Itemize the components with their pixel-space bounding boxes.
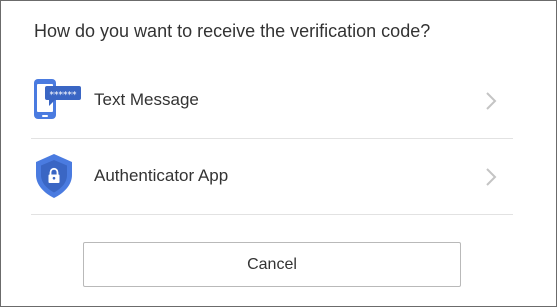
chevron-right-icon <box>485 91 497 111</box>
option-text-message[interactable]: ****** Text Message <box>31 63 513 139</box>
shield-lock-icon <box>33 153 83 199</box>
chevron-right-icon <box>485 167 497 187</box>
verification-method-dialog: How do you want to receive the verificat… <box>0 0 557 307</box>
dialog-heading: How do you want to receive the verificat… <box>34 21 431 41</box>
option-authenticator-app[interactable]: Authenticator App <box>31 139 513 215</box>
option-label: Authenticator App <box>94 166 229 185</box>
option-label: Text Message <box>94 90 199 109</box>
cancel-button[interactable]: Cancel <box>83 242 461 287</box>
sms-phone-icon: ****** <box>33 77 83 123</box>
svg-text:******: ****** <box>50 91 78 101</box>
